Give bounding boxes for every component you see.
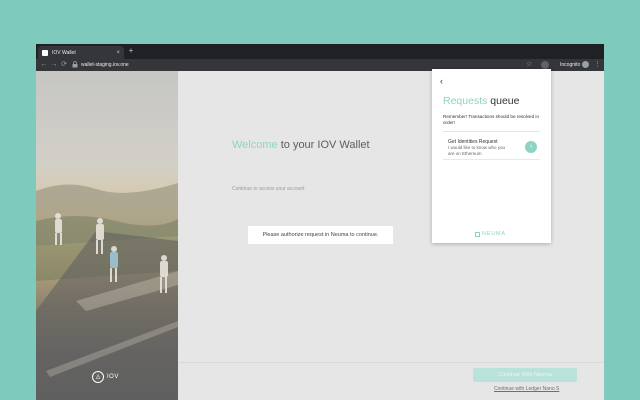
welcome-accent: Welcome: [232, 139, 278, 151]
menu-icon[interactable]: ⋮: [594, 60, 601, 70]
welcome-rest: to your IOV Wallet: [277, 139, 370, 151]
popup-note: Remember! Transactions should be resolve…: [443, 114, 540, 125]
iov-logo-text: IOV: [107, 374, 119, 380]
welcome-subtitle: Continue to access your account: [232, 186, 305, 192]
popup-divider: [443, 131, 540, 132]
hero-photo: [36, 183, 178, 400]
popup-title-rest: queue: [487, 95, 520, 107]
continue-with-neuma-button[interactable]: Continue With Neuma: [473, 368, 577, 382]
footer-divider: [178, 362, 604, 363]
authorize-message: Please authorize request in Neuma to con…: [248, 226, 393, 244]
neuma-brand: NEUMA: [475, 231, 506, 237]
close-icon[interactable]: ×: [116, 50, 120, 56]
address-bar[interactable]: wallet-staging.iov.one: [81, 61, 129, 69]
popup-title-accent: Requests: [443, 95, 488, 107]
request-item[interactable]: Get Identities Request I would like to k…: [443, 134, 540, 160]
ledger-link[interactable]: Continue with Ledger Nano S: [494, 386, 559, 392]
chevron-right-icon[interactable]: ›: [525, 141, 537, 153]
incognito-label: Incognito: [560, 62, 581, 68]
request-description: I would like to know who you are on Ethe…: [448, 145, 506, 156]
iov-logo: ◬ IOV: [92, 371, 119, 383]
popup-title: Requests queue: [443, 95, 519, 107]
extension-icon[interactable]: [541, 61, 549, 69]
browser-tab[interactable]: IOV Wallet ×: [38, 46, 124, 59]
reload-icon[interactable]: ⟳: [59, 60, 69, 70]
welcome-heading: Welcome to your IOV Wallet: [232, 139, 382, 152]
lock-icon: [71, 61, 79, 69]
incognito-icon[interactable]: [582, 61, 589, 68]
neuma-logo-icon: [475, 231, 480, 237]
requests-queue-popup: ‹ Requests queue Remember! Transactions …: [432, 69, 551, 243]
tab-title: IOV Wallet: [52, 49, 76, 56]
hero-image: ◬ IOV: [36, 71, 178, 400]
new-tab-button[interactable]: +: [126, 45, 136, 57]
neuma-brand-text: NEUMA: [482, 231, 506, 237]
tab-strip: IOV Wallet × +: [36, 44, 604, 59]
forward-arrow-icon[interactable]: →: [49, 60, 59, 70]
back-arrow-icon[interactable]: ←: [39, 60, 49, 70]
iov-logo-icon: ◬: [92, 371, 104, 383]
favicon-icon: [42, 49, 48, 56]
chevron-left-icon[interactable]: ‹: [440, 76, 443, 86]
